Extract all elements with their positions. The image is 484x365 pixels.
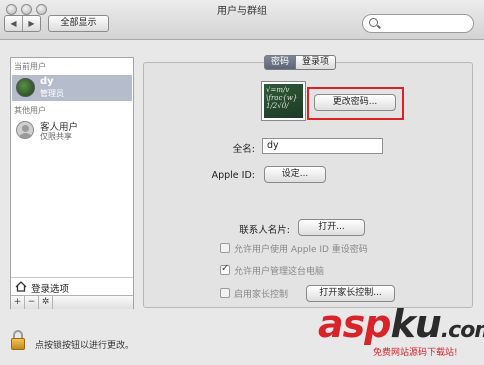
user-role: 管理员 — [40, 89, 64, 98]
allow-reset-checkbox[interactable] — [220, 243, 230, 253]
gear-icon[interactable]: ✲ — [39, 296, 53, 309]
user-item-guest[interactable]: 客人用户 仅限共享 — [12, 119, 132, 143]
tab-login-items[interactable]: 登录项 — [296, 55, 337, 70]
tab-bar: 密码 登录项 — [264, 55, 337, 70]
fullname-label: 全名: — [232, 144, 255, 155]
set-apple-id-button[interactable]: 设定... — [264, 166, 326, 183]
watermark-logo: aspku.com — [318, 302, 484, 346]
user-name: dy — [40, 76, 54, 87]
search-icon — [369, 18, 378, 27]
login-options-item[interactable]: 登录选项 — [11, 277, 133, 295]
login-options-label: 登录选项 — [31, 284, 70, 295]
chalk-line: √=m/v — [266, 86, 290, 94]
fullname-field[interactable]: dy — [262, 138, 383, 154]
user-item-dy[interactable]: dy 管理员 — [12, 75, 132, 101]
tab-password[interactable]: 密码 — [264, 55, 297, 70]
house-icon — [15, 281, 27, 292]
contact-card-label: 联系人名片: — [239, 225, 290, 236]
show-all-button[interactable]: 全部显示 — [48, 15, 109, 32]
allow-reset-label: 允许用户使用 Apple ID 重设密码 — [234, 245, 368, 255]
current-users-header: 当前用户 — [14, 62, 46, 71]
users-list: 当前用户 dy 管理员 其他用户 客人用户 仅限共享 登录选项 + − ✲ — [10, 57, 134, 309]
back-button[interactable]: ◀ — [5, 16, 22, 31]
open-parental-controls-button[interactable]: 打开家长控制... — [306, 285, 395, 302]
guest-avatar-icon — [16, 121, 34, 139]
add-user-button[interactable]: + — [11, 296, 25, 309]
lock-icon[interactable] — [11, 330, 25, 350]
lock-hint-text: 点按锁按钮以进行更改。 — [35, 341, 135, 351]
list-actions-bar: + − ✲ — [11, 295, 133, 309]
nav-back-forward: ◀ ▶ — [4, 15, 41, 32]
chalk-line: 1/2√0/ — [266, 102, 289, 110]
watermark-subtitle: 免费网站源码下载站! — [373, 348, 458, 358]
chalk-line: \frac{w} — [266, 94, 298, 102]
forward-button[interactable]: ▶ — [22, 16, 40, 31]
allow-admin-label: 允许用户管理这台电脑 — [234, 267, 325, 277]
parental-controls-label: 启用家长控制 — [234, 290, 289, 300]
guest-subtitle: 仅限共享 — [40, 132, 72, 141]
allow-admin-checkbox[interactable] — [220, 263, 230, 275]
user-photo[interactable]: √=m/v \frac{w} 1/2√0/ — [261, 81, 306, 121]
window-titlebar: 用户与群组 ◀ ▶ 全部显示 — [0, 0, 484, 40]
other-users-header: 其他用户 — [14, 106, 46, 115]
open-contact-button[interactable]: 打开... — [298, 219, 365, 236]
search-input[interactable] — [362, 14, 474, 33]
parental-controls-checkbox[interactable] — [220, 288, 230, 298]
highlight-box — [307, 87, 404, 120]
apple-id-label: Apple ID: — [211, 170, 255, 181]
avatar — [16, 78, 35, 97]
remove-user-button[interactable]: − — [25, 296, 39, 309]
chalkboard-image: √=m/v \frac{w} 1/2√0/ — [264, 84, 303, 118]
